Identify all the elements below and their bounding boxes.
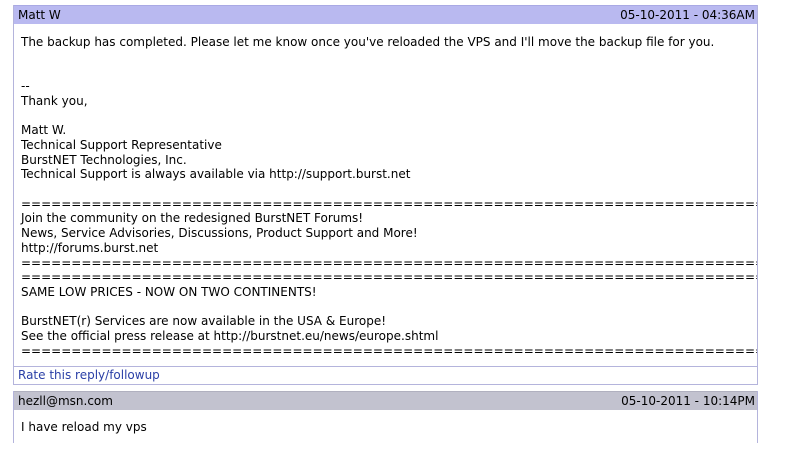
ticket-thread: Matt W 05-10-2011 - 04:36AM The backup h… — [13, 5, 758, 444]
reply-staff: Matt W 05-10-2011 - 04:36AM The backup h… — [13, 5, 758, 386]
reply-header: hezll@msn.com 05-10-2011 - 10:14PM — [14, 391, 757, 411]
reply-body: The backup has completed. Please let me … — [21, 35, 757, 358]
reply-footer: Rate this reply/followup — [14, 366, 757, 384]
reply-date: 05-10-2011 - 04:36AM — [620, 8, 755, 22]
reply-customer: hezll@msn.com 05-10-2011 - 10:14PM I hav… — [13, 391, 758, 444]
reply-author: Matt W — [18, 8, 61, 22]
reply-date: 05-10-2011 - 10:14PM — [621, 394, 755, 409]
reply-header: Matt W 05-10-2011 - 04:36AM — [14, 5, 757, 24]
reply-author: hezll@msn.com — [18, 394, 113, 409]
rate-reply-link[interactable]: Rate this reply/followup — [18, 368, 160, 382]
reply-body: I have reload my vps — [21, 420, 147, 435]
